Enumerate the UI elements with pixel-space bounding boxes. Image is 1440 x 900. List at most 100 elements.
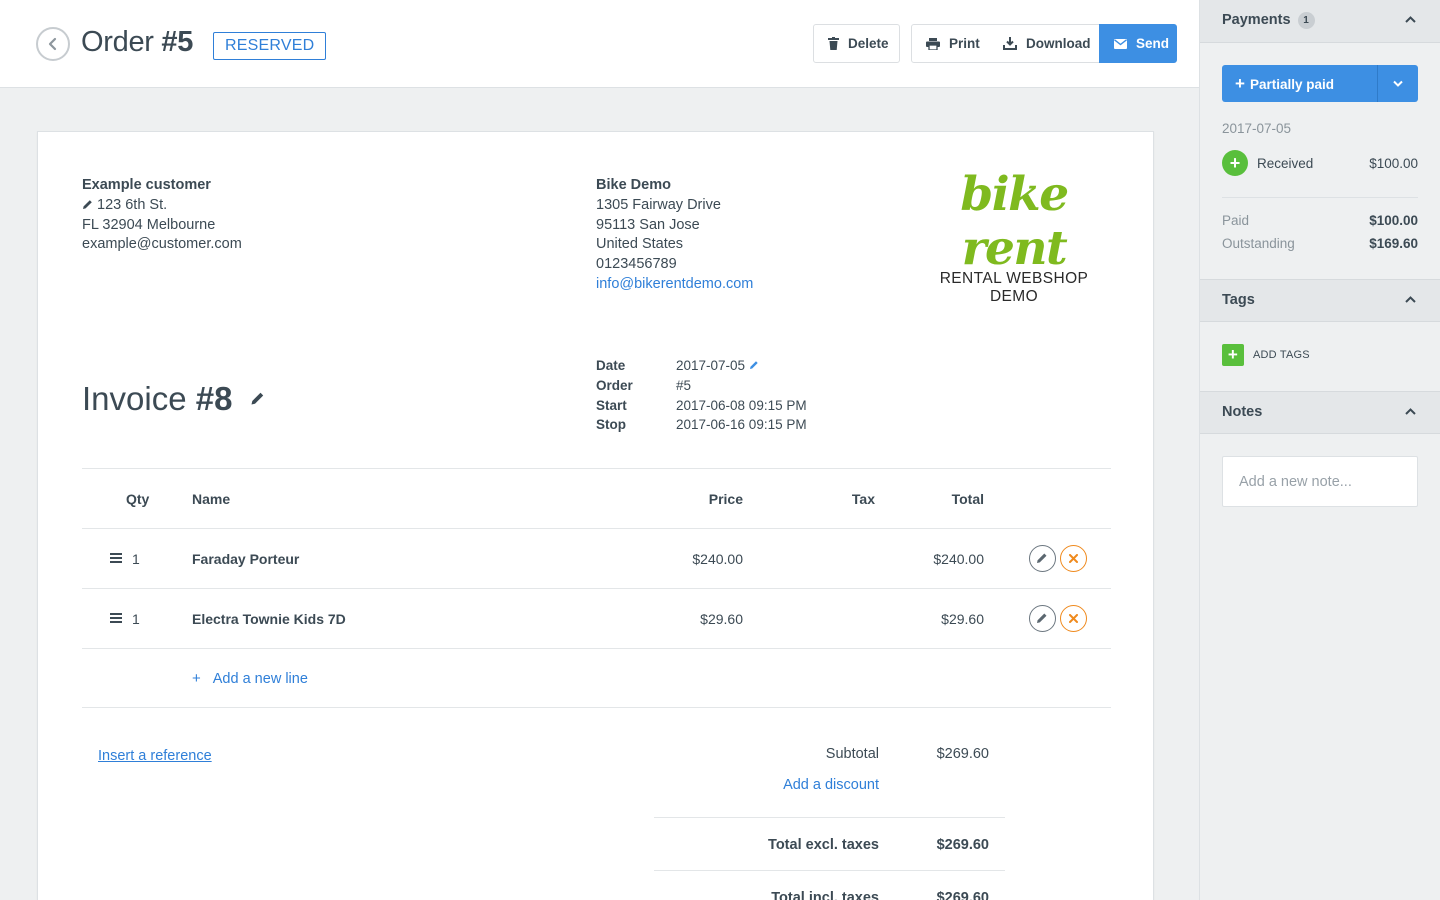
tags-section: + ADD TAGS xyxy=(1200,322,1440,391)
partially-paid-label: Partially paid xyxy=(1249,77,1334,92)
total-incl-value: $269.60 xyxy=(936,890,989,900)
meta-value: #5 xyxy=(676,377,692,393)
row-qty: 1 xyxy=(132,551,140,567)
plus-icon: + xyxy=(192,670,201,687)
table-row: 1 Faraday Porteur $240.00 $240.00 xyxy=(82,528,1111,588)
logo-tagline: RENTAL WEBSHOP DEMO xyxy=(939,270,1089,305)
customer-email: example@customer.com xyxy=(82,236,242,253)
invoice-title: Invoice #8 xyxy=(82,380,265,418)
payment-options-dropdown[interactable] xyxy=(1377,65,1418,102)
outstanding-row: Outstanding $169.60 xyxy=(1222,236,1418,251)
remove-line-button[interactable] xyxy=(1060,605,1087,632)
meta-value: 2017-06-08 09:15 PM xyxy=(676,397,807,413)
edit-line-button[interactable] xyxy=(1029,605,1056,632)
pencil-icon[interactable] xyxy=(82,199,93,210)
pencil-icon[interactable] xyxy=(749,360,759,370)
total-incl-row: Total incl. taxes $269.60 xyxy=(654,870,1005,900)
column-header-total: Total xyxy=(951,491,984,507)
invoice-number: #8 xyxy=(195,380,233,417)
pencil-icon xyxy=(1037,613,1047,623)
add-discount-link[interactable]: Add a discount xyxy=(783,777,879,793)
chevron-down-icon xyxy=(1393,80,1403,87)
payments-section-header[interactable]: Payments 1 xyxy=(1200,0,1440,43)
company-street: 1305 Fairway Drive xyxy=(596,196,721,213)
download-icon xyxy=(1003,37,1017,50)
invoice-meta: Date 2017-07-05 Order #5 Start 2017-06-0… xyxy=(596,356,807,435)
insert-reference-link[interactable]: Insert a reference xyxy=(98,748,212,764)
close-icon xyxy=(1068,553,1078,563)
tags-section-header[interactable]: Tags xyxy=(1200,279,1440,322)
trash-icon xyxy=(828,37,839,50)
meta-row-order: Order #5 xyxy=(596,376,807,396)
payment-entry[interactable]: + Received $100.00 xyxy=(1222,150,1418,178)
meta-key: Stop xyxy=(596,417,626,433)
total-excl-label: Total excl. taxes xyxy=(768,837,879,853)
add-tags-label: ADD TAGS xyxy=(1253,349,1310,361)
logo-wordmark: bike rent xyxy=(960,167,1069,276)
download-button[interactable]: Download xyxy=(989,24,1100,63)
notes-section-header[interactable]: Notes xyxy=(1200,391,1440,434)
chevron-up-icon[interactable] xyxy=(1405,408,1416,415)
order-header: Order #5 RESERVED Delete Print Download … xyxy=(0,0,1199,88)
payment-date: 2017-07-05 xyxy=(1222,121,1292,136)
edit-line-button[interactable] xyxy=(1029,545,1056,572)
paid-row: Paid $100.00 xyxy=(1222,213,1418,228)
new-note-input[interactable] xyxy=(1222,456,1418,507)
partially-paid-button[interactable]: + Partially paid xyxy=(1222,65,1377,102)
meta-key: Start xyxy=(596,397,627,413)
payment-entry-amount: $100.00 xyxy=(1369,156,1418,171)
row-price: $29.60 xyxy=(700,611,743,627)
send-button[interactable]: Send xyxy=(1099,24,1177,63)
column-header-qty: Qty xyxy=(126,491,150,507)
order-label: Order xyxy=(81,26,154,58)
order-number: #5 xyxy=(161,26,194,58)
total-excl-row: Total excl. taxes $269.60 xyxy=(654,817,1005,870)
row-name: Faraday Porteur xyxy=(192,551,300,567)
paid-value: $100.00 xyxy=(1369,213,1418,228)
notes-title: Notes xyxy=(1222,404,1263,420)
line-items-table: Qty Name Price Tax Total 1 Faraday Porte… xyxy=(82,468,1111,708)
payments-section: + Partially paid 2017-07-05 + Received $1… xyxy=(1200,43,1440,279)
back-button[interactable] xyxy=(36,27,70,61)
company-address: Bike Demo 1305 Fairway Drive 95113 San J… xyxy=(596,176,753,295)
company-phone: 0123456789 xyxy=(596,256,677,273)
payments-title-wrap: Payments 1 xyxy=(1222,12,1315,29)
payment-entry-label: Received xyxy=(1257,156,1314,171)
company-email-link[interactable]: info@bikerentdemo.com xyxy=(596,275,753,295)
invoice-document: Example customer 123 6th St. FL 32904 Me… xyxy=(37,131,1154,900)
row-total: $29.60 xyxy=(941,611,984,627)
column-header-name: Name xyxy=(192,491,231,507)
customer-street-line: 123 6th St. xyxy=(82,196,242,216)
drag-handle-icon[interactable] xyxy=(110,553,122,563)
paid-label: Paid xyxy=(1222,213,1250,228)
remove-line-button[interactable] xyxy=(1060,545,1087,572)
notes-section xyxy=(1200,434,1440,534)
outstanding-label: Outstanding xyxy=(1222,236,1295,251)
meta-row-start: Start 2017-06-08 09:15 PM xyxy=(596,396,807,416)
outstanding-value: $169.60 xyxy=(1369,236,1418,251)
add-line-row: + Add a new line xyxy=(82,648,1111,708)
column-header-tax: Tax xyxy=(851,491,875,507)
customer-city: FL 32904 Melbourne xyxy=(82,216,216,233)
chevron-up-icon[interactable] xyxy=(1405,296,1416,303)
drag-handle-icon[interactable] xyxy=(110,613,122,623)
delete-button[interactable]: Delete xyxy=(813,24,900,63)
plus-icon: + xyxy=(1235,74,1245,93)
envelope-icon xyxy=(1114,38,1127,49)
subtotal-row: Subtotal $269.60 xyxy=(654,738,1005,769)
customer-name: Example customer xyxy=(82,177,211,193)
customer-address[interactable]: Example customer 123 6th St. FL 32904 Me… xyxy=(82,176,242,255)
pencil-icon xyxy=(1037,553,1047,563)
totals-spacer xyxy=(654,800,1005,817)
meta-value: 2017-07-05 xyxy=(676,358,746,373)
totals-block: Subtotal $269.60 Add a discount Total ex… xyxy=(654,738,1005,900)
payments-count-badge: 1 xyxy=(1297,12,1315,29)
row-qty: 1 xyxy=(132,611,140,627)
print-button[interactable]: Print xyxy=(911,24,990,63)
meta-row-stop: Stop 2017-06-16 09:15 PM xyxy=(596,415,807,435)
status-badge: RESERVED xyxy=(213,32,327,60)
add-line-link[interactable]: + Add a new line xyxy=(192,649,308,709)
pencil-icon[interactable] xyxy=(250,391,265,406)
main-content: Order #5 RESERVED Delete Print Download … xyxy=(0,0,1199,900)
chevron-up-icon[interactable] xyxy=(1405,16,1416,23)
